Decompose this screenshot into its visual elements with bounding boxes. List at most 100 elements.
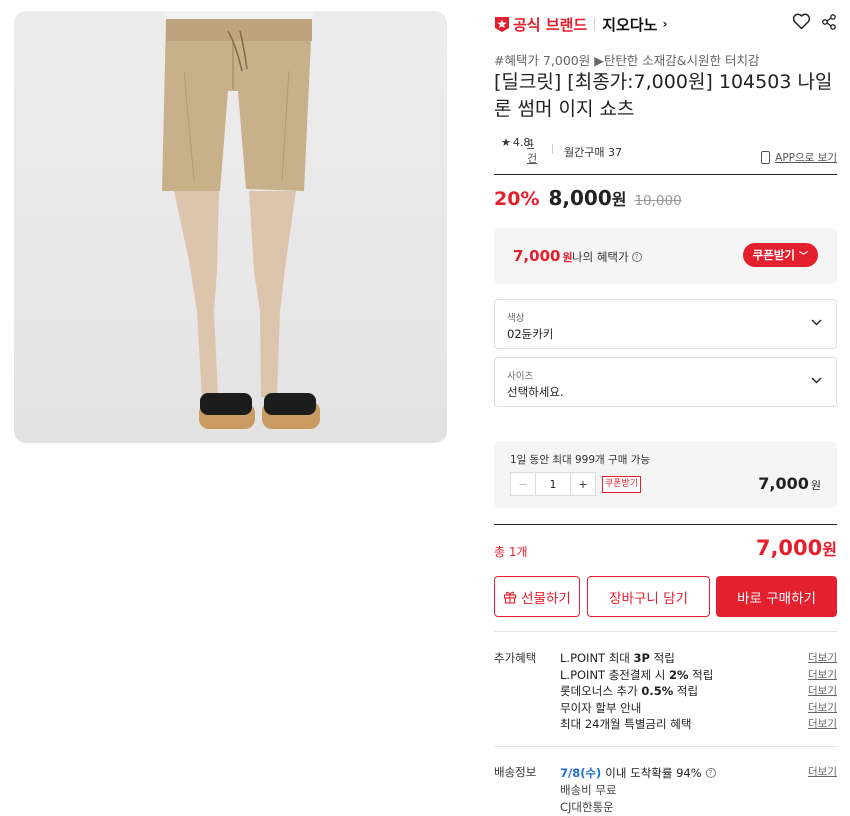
more-link[interactable]: 더보기 bbox=[808, 700, 837, 715]
color-select-label: 색상 bbox=[507, 313, 525, 324]
divider bbox=[494, 631, 837, 632]
benefit-label-text: 나의 혜택가 bbox=[572, 250, 629, 264]
benefit-text-pre: 무이자 할부 안내 bbox=[560, 700, 642, 715]
benefit-text-pre: L.POINT 최대 bbox=[560, 651, 634, 665]
benefit-text-pre: L.POINT 충전결제 시 bbox=[560, 667, 669, 682]
heart-icon[interactable] bbox=[792, 13, 811, 30]
benefit-price: 7,000 원 bbox=[513, 247, 573, 265]
brand-name: 지오다노 bbox=[602, 15, 658, 34]
quantity-decrease-button[interactable]: − bbox=[511, 473, 536, 495]
size-select-value: 선택하세요. bbox=[507, 385, 564, 399]
add-to-cart-button[interactable]: 장바구니 담기 bbox=[587, 576, 710, 617]
benefit-text-bold: 3P bbox=[633, 651, 650, 665]
monthly-sales: 월간구매 37 bbox=[564, 146, 622, 159]
shipping-info-title: 배송정보 bbox=[494, 765, 537, 779]
benefit-price-box: 7,000 원 나의 혜택가 ? 쿠폰받기 ﹀ bbox=[494, 228, 837, 284]
product-tagline: #혜택가 7,000원 ▶탄탄한 소재감&시원한 터치감 bbox=[494, 53, 760, 68]
benefit-price-value: 7,000 bbox=[513, 247, 561, 265]
discount-rate: 20% bbox=[494, 188, 540, 210]
official-brand-label: 공식 브랜드 bbox=[513, 15, 588, 34]
total-price: 7,000원 bbox=[756, 536, 837, 560]
divider bbox=[494, 524, 837, 525]
coupon-button-label: 쿠폰받기 bbox=[752, 248, 795, 262]
chevron-down-icon bbox=[811, 319, 822, 326]
gift-button-label: 선물하기 bbox=[521, 590, 571, 607]
product-title: [딜크릿] [최종가:7,000원] 104503 나일론 썸머 이지 쇼츠 bbox=[494, 71, 833, 120]
purchase-limit-text: 1일 동안 최대 999개 구매 가능 bbox=[510, 454, 651, 466]
shipping-info: 7/8(수) 이내 도착확률 94% ? 배송비 무료 CJ대한통운 더보기 bbox=[560, 764, 837, 815]
benefit-text-bold: 2% bbox=[668, 667, 689, 682]
shipping-fee: 배송비 무료 bbox=[560, 782, 617, 797]
shipping-carrier: CJ대한통운 bbox=[560, 799, 614, 814]
chevron-down-icon: ﹀ bbox=[798, 251, 808, 262]
benefit-text-post: 적립 bbox=[649, 651, 675, 665]
top-icons bbox=[792, 13, 837, 30]
benefit-text-post: 적립 bbox=[688, 667, 714, 682]
brand-link[interactable]: 지오다노 › bbox=[602, 14, 667, 35]
coupon-tag-button[interactable]: 쿠폰받기 bbox=[602, 476, 642, 493]
original-price: 10,000 bbox=[634, 193, 682, 209]
quantity-value[interactable]: 1 bbox=[536, 473, 570, 495]
more-link[interactable]: 더보기 bbox=[808, 764, 837, 779]
color-select[interactable]: 색상 02듄카키 bbox=[494, 299, 837, 349]
info-icon[interactable]: ? bbox=[631, 252, 642, 262]
quantity-box: 1일 동안 최대 999개 구매 가능 − 1 + 쿠폰받기 7,000 원 bbox=[494, 441, 837, 508]
benefit-list: L.POINT 최대 3P 적립 더보기 L.POINT 충전결제 시 2% 적… bbox=[560, 650, 837, 733]
gift-button[interactable]: 선물하기 bbox=[494, 576, 580, 617]
line-price-value: 7,000 bbox=[758, 474, 809, 493]
line-price-currency: 원 bbox=[810, 479, 821, 492]
more-link[interactable]: 더보기 bbox=[808, 667, 837, 682]
buy-now-button[interactable]: 바로 구매하기 bbox=[716, 576, 837, 617]
more-link[interactable]: 더보기 bbox=[808, 650, 837, 665]
size-select-label: 사이즈 bbox=[507, 371, 534, 382]
brand-row: 공식 브랜드 지오다노 › bbox=[494, 13, 837, 35]
benefit-item: L.POINT 최대 3P 적립 더보기 bbox=[560, 650, 837, 667]
meta-divider bbox=[552, 144, 553, 154]
chevron-right-icon: › bbox=[662, 17, 668, 31]
total-price-currency: 원 bbox=[822, 540, 837, 559]
size-select[interactable]: 사이즈 선택하세요. bbox=[494, 357, 837, 407]
quantity-stepper: − 1 + bbox=[510, 472, 596, 496]
brand-divider bbox=[594, 17, 596, 31]
product-image[interactable] bbox=[14, 11, 447, 443]
delivery-estimate: 7/8(수) 이내 도착확률 94% ? bbox=[560, 764, 837, 781]
quantity-increase-button[interactable]: + bbox=[570, 473, 595, 495]
price-currency: 원 bbox=[611, 190, 627, 209]
benefit-item: 롯데오너스 추가 0.5% 적립 더보기 bbox=[560, 683, 837, 700]
line-price: 7,000 원 bbox=[758, 474, 821, 493]
total-count: 총 1개 bbox=[494, 545, 528, 559]
gift-icon bbox=[504, 591, 517, 604]
product-photo-shorts bbox=[162, 11, 320, 429]
divider bbox=[494, 746, 837, 747]
app-view-link[interactable]: APP으로 보기 bbox=[761, 150, 837, 165]
benefit-item: 최대 24개월 특별금리 혜택 더보기 bbox=[560, 716, 837, 733]
benefit-label: 나의 혜택가 ? bbox=[572, 249, 642, 265]
info-icon[interactable]: ? bbox=[705, 767, 716, 778]
star-icon: ★ bbox=[501, 136, 511, 149]
more-link[interactable]: 더보기 bbox=[808, 683, 837, 698]
meta-row: ★ 4.8 4건 월간구매 37 APP으로 보기 bbox=[494, 134, 837, 166]
delivery-date: 7/8(수) bbox=[560, 765, 602, 780]
review-count-link[interactable]: 4건 bbox=[527, 136, 539, 166]
benefit-text-post: 적립 bbox=[673, 684, 699, 698]
app-view-label: APP으로 보기 bbox=[775, 152, 837, 164]
price-row: 20% 8,000 원 10,000 bbox=[494, 186, 682, 210]
benefit-text-pre: 롯데오너스 추가 bbox=[560, 684, 642, 698]
phone-icon bbox=[761, 151, 771, 164]
share-icon[interactable] bbox=[821, 13, 837, 30]
coupon-download-button[interactable]: 쿠폰받기 ﹀ bbox=[742, 243, 818, 267]
additional-benefits-title: 추가혜택 bbox=[494, 651, 537, 665]
benefit-item: 무이자 할부 안내 더보기 bbox=[560, 700, 837, 717]
arrival-probability: 이내 도착확률 94% bbox=[605, 765, 702, 780]
rating: ★ 4.8 bbox=[501, 136, 530, 149]
color-select-value: 02듄카키 bbox=[507, 327, 554, 341]
more-link[interactable]: 더보기 bbox=[808, 716, 837, 731]
chevron-down-icon bbox=[811, 377, 822, 384]
benefit-item: L.POINT 충전결제 시 2% 적립 더보기 bbox=[560, 667, 837, 684]
benefit-text-bold: 0.5% bbox=[641, 684, 674, 698]
official-star-icon bbox=[495, 16, 509, 32]
sale-price: 8,000 bbox=[548, 186, 612, 210]
total-price-value: 7,000 bbox=[755, 536, 823, 560]
official-brand-badge: 공식 브랜드 bbox=[494, 14, 587, 35]
divider bbox=[494, 174, 837, 175]
